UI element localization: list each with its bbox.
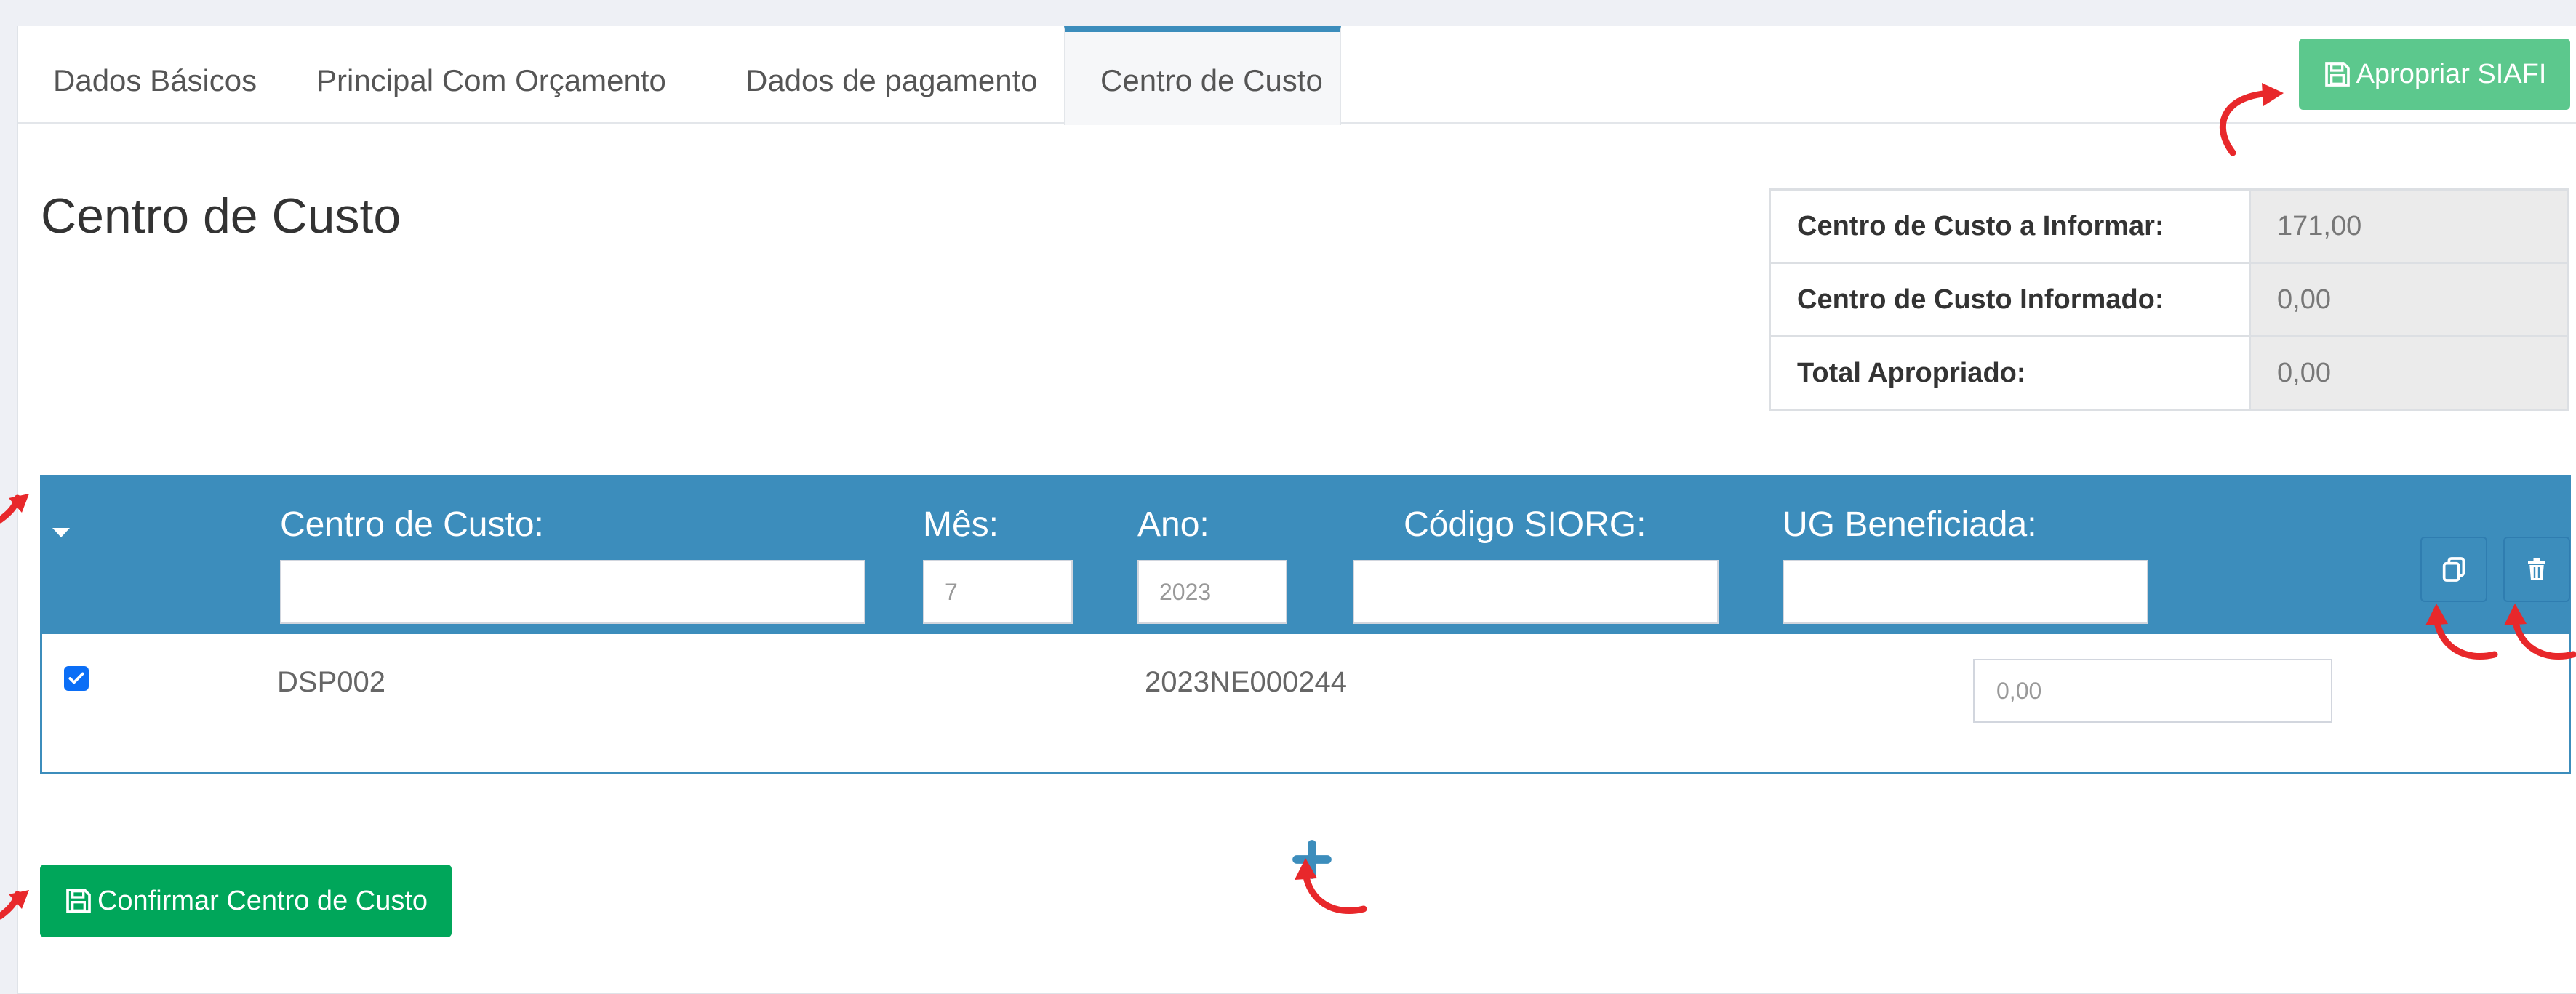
check-icon: [68, 672, 84, 684]
confirmar-centro-de-custo-button[interactable]: Confirmar Centro de Custo: [40, 865, 452, 937]
ano-input[interactable]: 2023: [1137, 560, 1287, 624]
annotation-arrow: [0, 890, 29, 920]
ano-label: Ano:: [1137, 505, 1209, 544]
row-empenho: 2023NE000244: [1145, 666, 1348, 698]
copy-button[interactable]: [2420, 537, 2487, 602]
mes-input[interactable]: 7: [923, 560, 1073, 624]
mes-label: Mês:: [923, 505, 999, 544]
summary-label: Centro de Custo Informado:: [1769, 262, 2251, 337]
tab-dados-de-pagamento[interactable]: Dados de pagamento: [711, 26, 1064, 124]
codigo-siorg-input[interactable]: [1353, 560, 1719, 624]
copy-icon: [2442, 557, 2465, 582]
cost-center-header: Centro de Custo: Mês: 7 Ano: 2023 Código…: [42, 477, 2570, 634]
tab-dados-basicos[interactable]: Dados Básicos: [18, 26, 265, 124]
apropriar-siafi-button[interactable]: Apropriar SIAFI: [2299, 39, 2570, 110]
summary-value: 0,00: [2249, 335, 2569, 411]
summary-row: Total Apropriado: 0,00: [1769, 335, 2569, 411]
cost-center-row: DSP002 2023NE000244 0,00: [42, 634, 2569, 772]
row-checkbox[interactable]: [64, 666, 89, 691]
caret-down-icon[interactable]: [52, 528, 70, 537]
summary-value: 171,00: [2249, 188, 2569, 264]
summary-label: Centro de Custo a Informar:: [1769, 188, 2251, 264]
summary-row: Centro de Custo a Informar: 171,00: [1769, 188, 2569, 264]
trash-icon: [2528, 558, 2545, 580]
annotation-arrow: [2504, 604, 2576, 660]
ug-beneficiada-input[interactable]: [1783, 560, 2148, 624]
save-icon: [66, 889, 91, 913]
summary-table: Centro de Custo a Informar: 171,00 Centr…: [1769, 188, 2569, 411]
annotation-arrow: [0, 494, 29, 524]
summary-value: 0,00: [2249, 262, 2569, 337]
tab-centro-de-custo[interactable]: Centro de Custo: [1064, 26, 1341, 125]
tab-bar: Dados Básicos Principal Com Orçamento Da…: [18, 26, 2576, 125]
save-icon: [2324, 62, 2350, 87]
annotation-arrow: [2425, 604, 2498, 660]
centro-de-custo-label: Centro de Custo:: [280, 505, 544, 544]
summary-label: Total Apropriado:: [1769, 335, 2251, 411]
main-panel: Dados Básicos Principal Com Orçamento Da…: [17, 26, 2576, 994]
apropriar-siafi-label: Apropriar SIAFI: [2356, 58, 2547, 89]
row-code: DSP002: [277, 666, 385, 698]
summary-row: Centro de Custo Informado: 0,00: [1769, 262, 2569, 337]
confirmar-centro-de-custo-label: Confirmar Centro de Custo: [97, 885, 428, 916]
ug-beneficiada-label: UG Beneficiada:: [1783, 505, 2037, 544]
cost-center-block: Centro de Custo: Mês: 7 Ano: 2023 Código…: [40, 475, 2571, 774]
page-title: Centro de Custo: [41, 188, 401, 244]
row-value-input[interactable]: 0,00: [1973, 659, 2332, 723]
annotation-arrow: [1295, 858, 1367, 915]
centro-de-custo-input[interactable]: [280, 560, 865, 624]
tab-principal-com-orcamento[interactable]: Principal Com Orçamento: [281, 26, 711, 124]
codigo-siorg-label: Código SIORG:: [1404, 505, 1647, 544]
annotation-arrow: [2219, 83, 2284, 156]
delete-button[interactable]: [2503, 537, 2570, 602]
